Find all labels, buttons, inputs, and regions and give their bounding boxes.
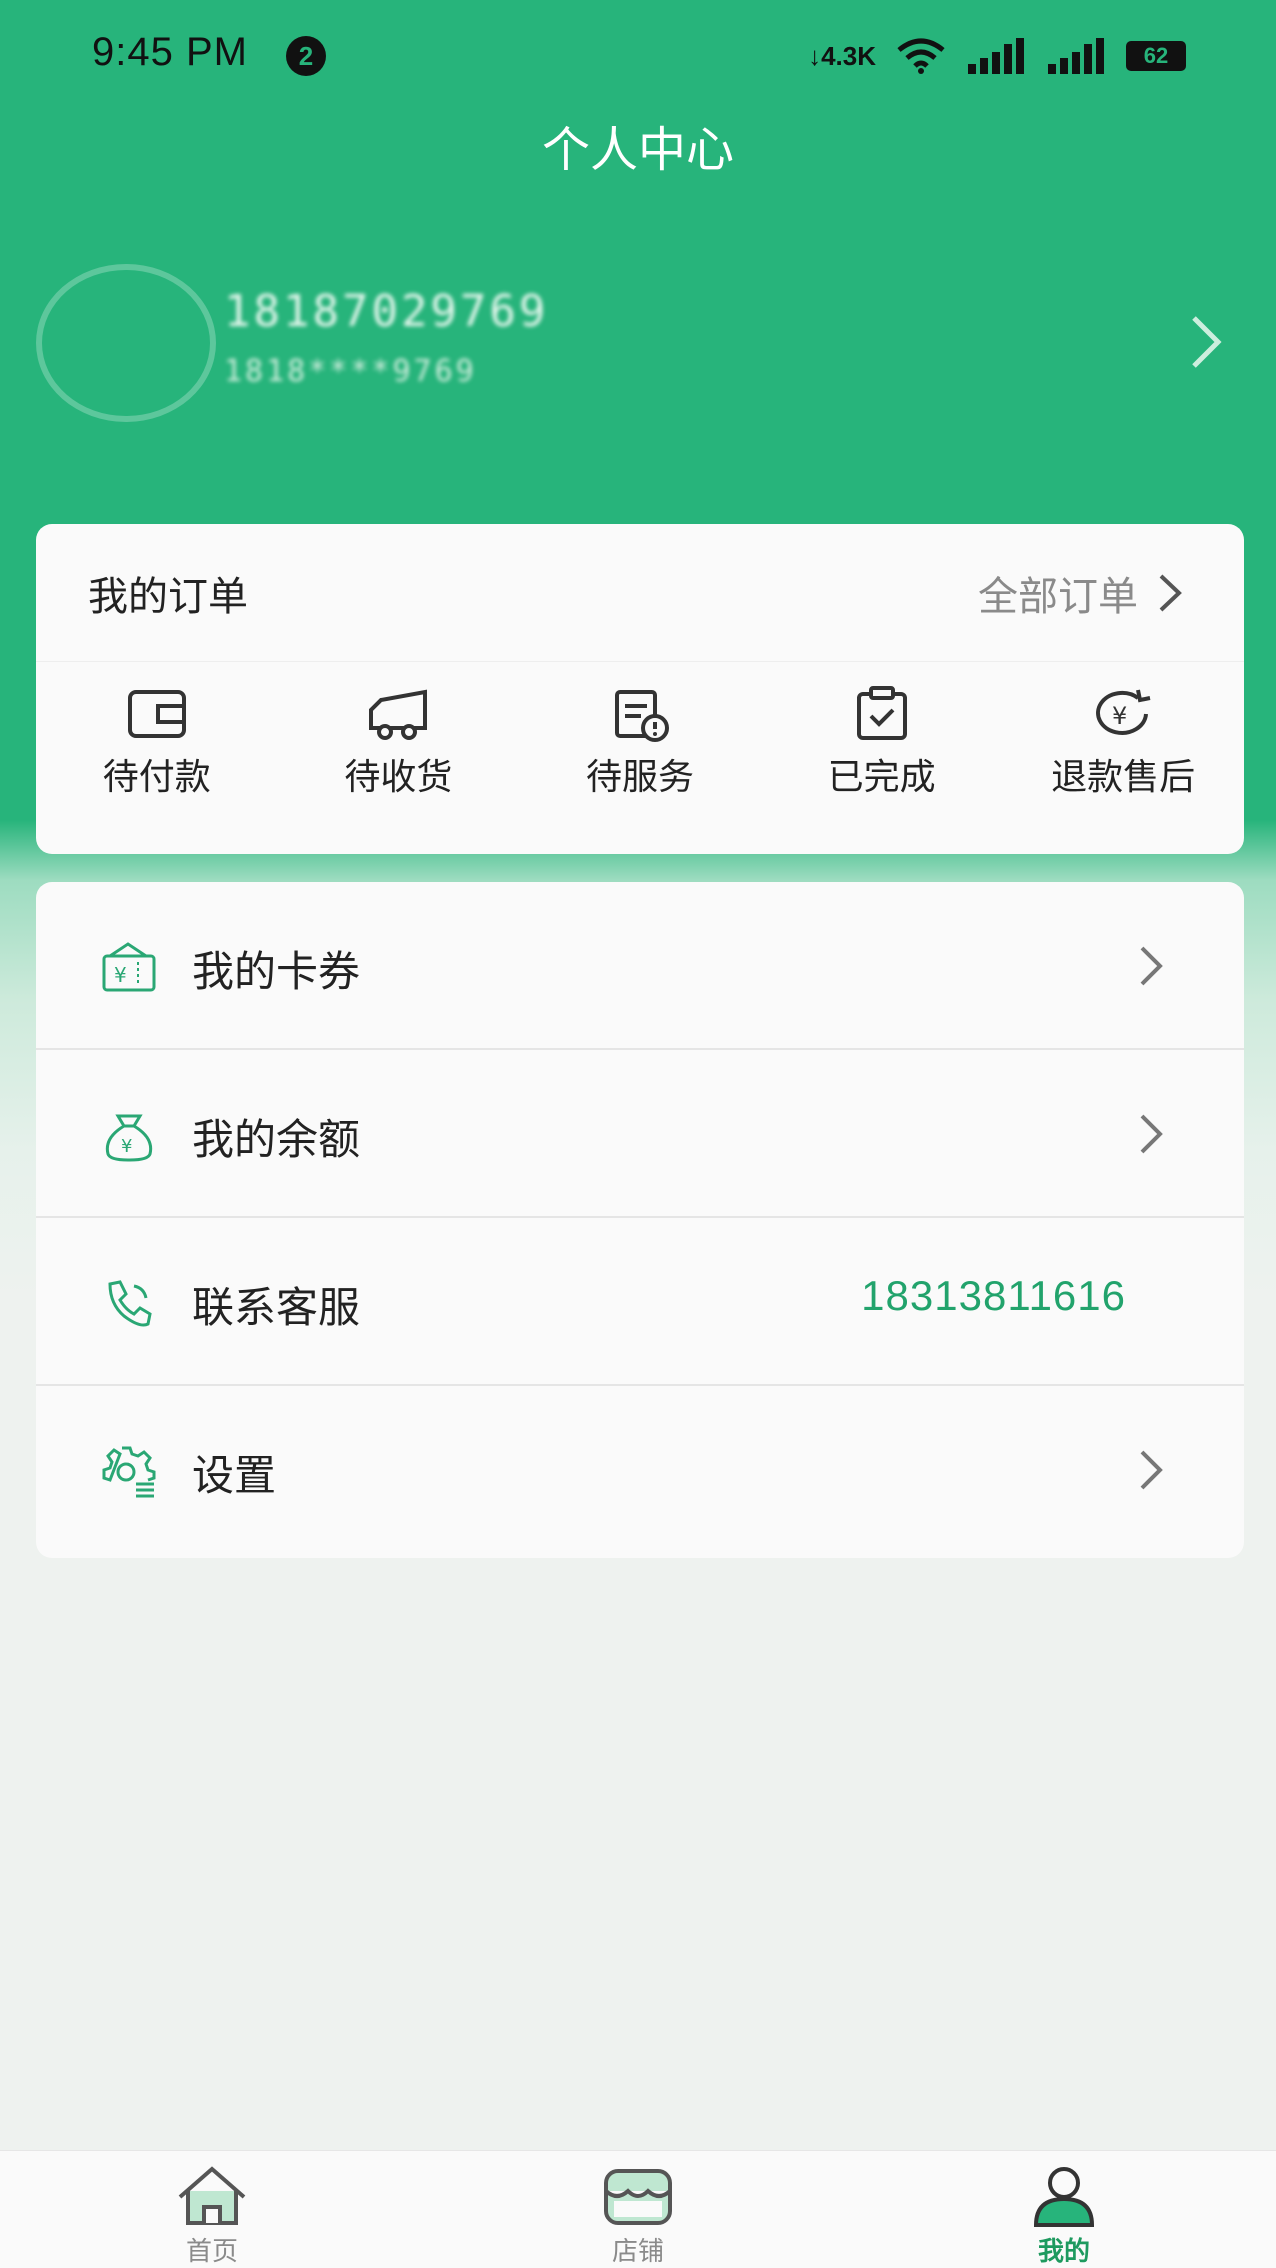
all-orders-link[interactable]: 全部订单 (978, 564, 1184, 622)
home-icon (178, 2166, 246, 2225)
profile-phone: 18187029769 (224, 286, 549, 337)
coupon-icon: ¥ (102, 942, 156, 992)
menu-item-label: 我的卡券 (192, 947, 361, 996)
menu-item-balance[interactable]: ¥ 我的余额 (36, 1050, 1244, 1218)
signal-icon (968, 38, 1024, 74)
svg-text:¥: ¥ (121, 1136, 132, 1157)
menu-item-settings[interactable]: 设置 (36, 1386, 1244, 1554)
notification-badge: 2 (286, 36, 326, 76)
user-icon (1033, 2167, 1095, 2227)
chevron-right-icon (1159, 574, 1182, 612)
svg-text:¥: ¥ (114, 963, 127, 987)
chevron-right-icon (1140, 1114, 1163, 1154)
wallet-icon (127, 690, 186, 738)
signal-icon-2 (1048, 38, 1104, 74)
calendar-alert-icon (614, 690, 669, 742)
order-item-label: 待收货 (344, 757, 453, 798)
gear-icon (102, 1446, 156, 1498)
order-refund[interactable]: ¥ 退款售后 (1002, 684, 1244, 834)
order-item-label: 已完成 (827, 757, 936, 798)
order-item-label: 待付款 (102, 757, 211, 798)
avatar[interactable] (36, 264, 216, 422)
order-item-label: 待服务 (585, 757, 694, 798)
menu-item-label: 联系客服 (192, 1283, 361, 1332)
chevron-right-icon (1140, 946, 1163, 986)
money-bag-icon: ¥ (105, 1114, 153, 1162)
tab-label: 首页 (185, 2237, 238, 2267)
page-title: 个人中心 (541, 122, 734, 178)
order-pending-payment[interactable]: 待付款 (36, 684, 278, 834)
order-item-label: 退款售后 (1051, 757, 1196, 798)
tab-label: 我的 (1037, 2237, 1090, 2267)
menu-item-customer-service[interactable]: 联系客服 18313811616 (36, 1218, 1244, 1386)
order-pending-delivery[interactable]: 待收货 (278, 684, 520, 834)
profile-sub-phone: 1818****9769 (224, 354, 477, 389)
orders-title: 我的订单 (88, 574, 248, 620)
orders-card: 我的订单 全部订单 待付款 待收货 待服务 已完成 ¥ 退款售后 (36, 524, 1244, 854)
customer-service-phone[interactable]: 18313811616 (861, 1272, 1126, 1320)
menu-item-coupons[interactable]: ¥ 我的卡券 (36, 882, 1244, 1050)
status-indicators: ↓4.3K 62 (808, 36, 1186, 76)
clipboard-check-icon (856, 686, 907, 740)
battery-indicator: 62 (1126, 41, 1186, 71)
status-bar: 9:45 PM 2 ↓4.3K 62 (0, 0, 1276, 110)
status-time: 9:45 PM (92, 30, 248, 74)
order-status-row: 待付款 待收货 待服务 已完成 ¥ 退款售后 (36, 684, 1244, 834)
profile-section[interactable]: 18187029769 1818****9769 (0, 250, 1276, 430)
tab-label: 店铺 (611, 2237, 664, 2267)
refund-yen-icon: ¥ (1096, 689, 1151, 735)
chevron-right-icon (1140, 1450, 1163, 1490)
wifi-icon (897, 38, 945, 74)
truck-icon (369, 689, 428, 740)
tab-mine[interactable]: 我的 (964, 2151, 1164, 2268)
chevron-right-icon[interactable] (1186, 312, 1226, 372)
menu-card: ¥ 我的卡券 ¥ 我的余额 联系客服 18313811616 设置 (36, 882, 1244, 1558)
tab-home[interactable]: 首页 (112, 2151, 312, 2268)
phone-icon (108, 1280, 152, 1327)
menu-item-label: 我的余额 (192, 1115, 361, 1164)
all-orders-label: 全部订单 (978, 574, 1138, 620)
order-completed[interactable]: 已完成 (761, 684, 1003, 834)
tab-shop[interactable]: 店铺 (538, 2151, 738, 2268)
svg-text:¥: ¥ (1112, 702, 1127, 730)
network-speed: ↓4.3K (808, 40, 876, 71)
shop-icon (604, 2169, 672, 2225)
bottom-tab-bar: 首页 店铺 我的 (0, 2150, 1276, 2268)
orders-header: 我的订单 全部订单 (36, 524, 1244, 662)
menu-item-label: 设置 (192, 1451, 277, 1500)
order-pending-service[interactable]: 待服务 (519, 684, 761, 834)
